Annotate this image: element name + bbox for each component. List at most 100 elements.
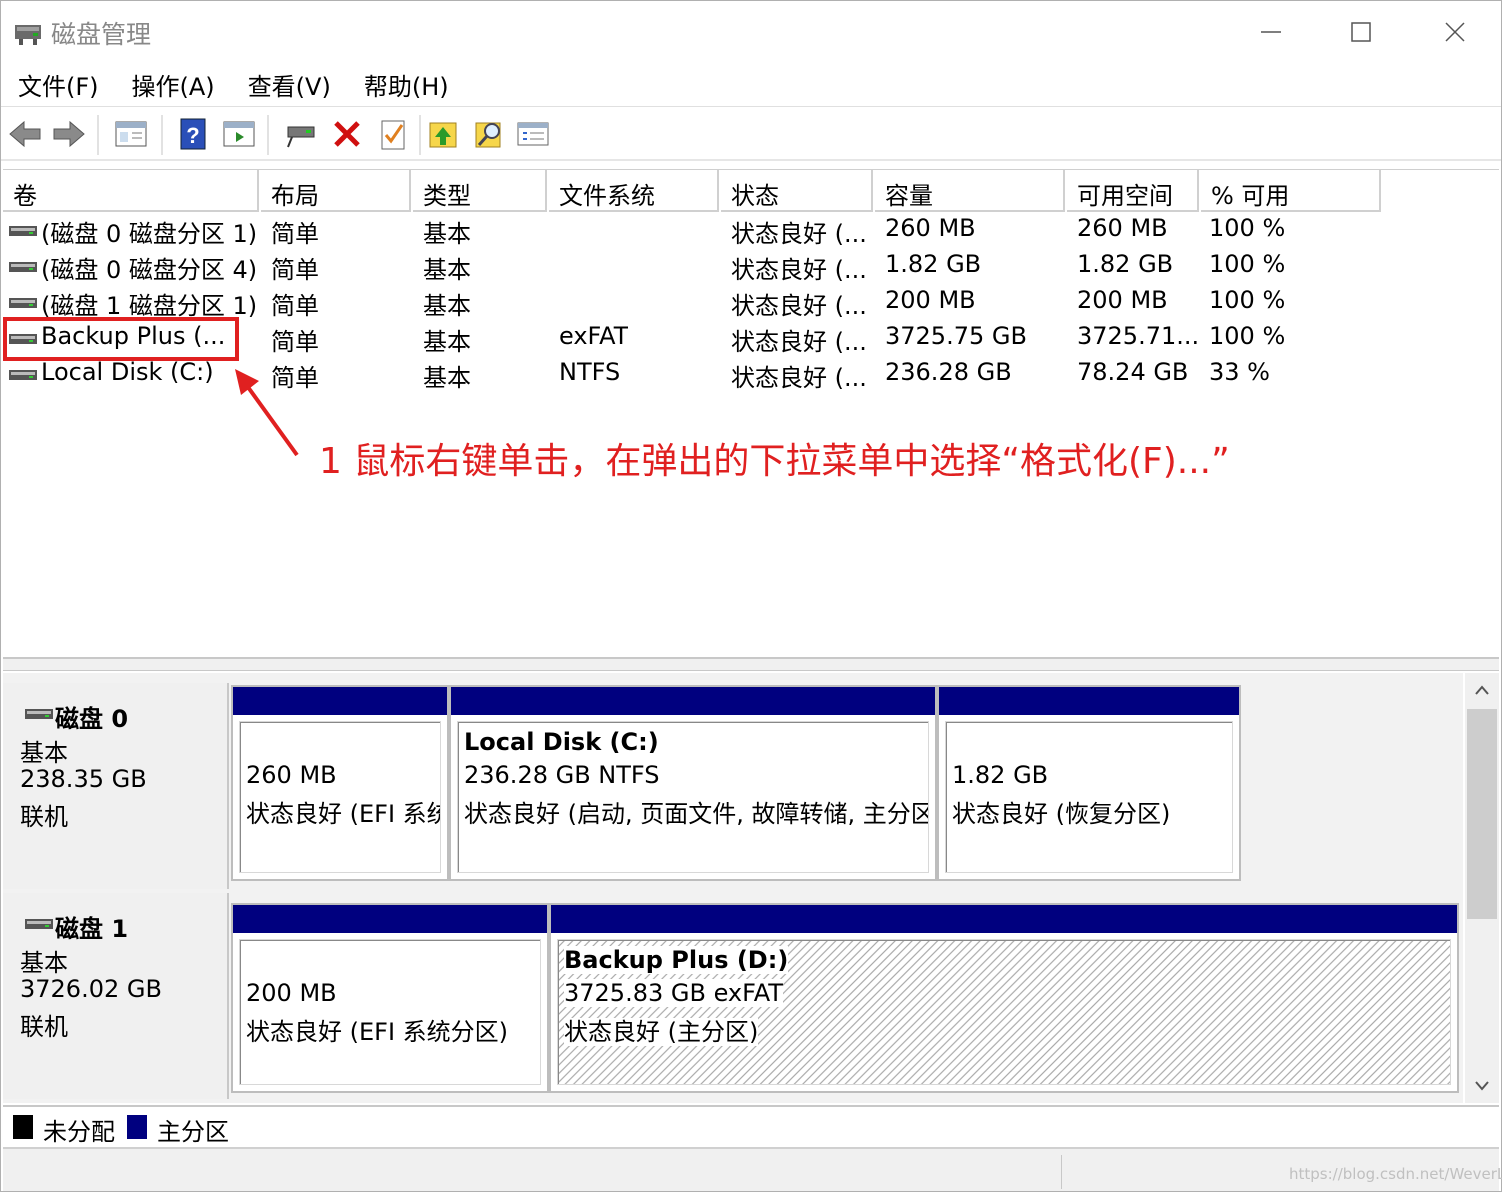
partition-disk0-c[interactable]: Local Disk (C:) 236.28 GB NTFS 状态良好 (启动,… [449,685,937,881]
console-tree-button[interactable] [113,117,149,151]
menu-bar: 文件(F) 操作(A) 查看(V) 帮助(H) [1,63,1501,107]
disk-state: 联机 [20,803,68,831]
scroll-up-button[interactable] [1465,673,1499,707]
maximize-icon [1351,22,1371,42]
minimize-button[interactable] [1241,11,1301,53]
search-button[interactable] [471,117,507,151]
disk-size: 238.35 GB [20,765,147,793]
volume-type: 基本 [423,256,471,284]
title-bar: 磁盘管理 [1,1,1501,63]
column-header-percent-free[interactable]: % 可用 [1201,170,1381,212]
drive-icon [9,370,37,380]
connect-button[interactable] [283,117,319,151]
annotation-text: 1 鼠标右键单击，在弹出的下拉菜单中选择“格式化(F)...” [319,441,1230,482]
volume-filesystem: exFAT [559,322,629,350]
watermark-text: https://blog.csdn.net/WeverLu [1289,1165,1502,1183]
disk-0-label[interactable]: 磁盘 0 基本 238.35 GB 联机 [3,683,229,889]
close-icon [1445,22,1465,42]
volume-percent-free: 100 % [1209,322,1286,350]
volume-percent-free: 100 % [1209,250,1286,278]
toolbar-separator [419,115,421,155]
svg-text:?: ? [186,123,199,148]
table-row[interactable]: Local Disk (C:) 简单 基本 NTFS 状态良好 (... 236… [3,356,1499,392]
column-header-free-space[interactable]: 可用空间 [1067,170,1199,212]
volume-layout: 简单 [271,256,319,284]
disk-management-window: 磁盘管理 文件(F) 操作(A) 查看(V) 帮助(H) ? 卷 布局 类型 文… [0,0,1502,1192]
partition-status: 状态良好 (恢复分区) [952,800,1171,828]
volume-capacity: 260 MB [885,214,976,242]
volume-layout: 简单 [271,292,319,320]
menu-file[interactable]: 文件(F) [7,67,110,102]
drive-icon [9,262,37,272]
minimize-icon [1261,31,1281,33]
show-pane-button[interactable] [221,117,257,151]
column-header-status[interactable]: 状态 [721,170,873,212]
volume-name: Local Disk (C:) [41,358,214,386]
menu-view[interactable]: 查看(V) [237,67,342,102]
back-button[interactable] [7,117,43,151]
disk-1-label[interactable]: 磁盘 1 基本 3726.02 GB 联机 [3,893,229,1099]
partition-info: 260 MB 状态良好 (EFI 系统分区) [239,721,441,873]
partition-disk0-recovery[interactable]: 1.82 GB 状态良好 (恢复分区) [937,685,1241,881]
toolbar: ? [1,107,1501,161]
volume-free-space: 260 MB [1077,214,1168,242]
scrollbar-thumb[interactable] [1467,709,1497,919]
volume-name: (磁盘 1 磁盘分区 1) [41,292,258,320]
forward-arrow-icon [53,120,85,148]
volume-capacity: 3725.75 GB [885,322,1027,350]
volume-layout: 简单 [271,220,319,248]
search-icon [475,122,501,148]
partition-type-bar [233,905,547,933]
scroll-down-button[interactable] [1465,1069,1499,1103]
table-row[interactable]: (磁盘 0 磁盘分区 4) 简单 基本 状态良好 (... 1.82 GB 1.… [3,248,1499,284]
partition-info: 200 MB 状态良好 (EFI 系统分区) [239,939,541,1085]
disk-management-icon [13,17,45,47]
table-row[interactable]: (磁盘 1 磁盘分区 1) 简单 基本 状态良好 (... 200 MB 200… [3,284,1499,320]
properties-icon [381,120,405,150]
volume-capacity: 1.82 GB [885,250,982,278]
partition-disk0-efi[interactable]: 260 MB 状态良好 (EFI 系统分区) [231,685,449,881]
volume-percent-free: 100 % [1209,214,1286,242]
partition-size: 236.28 GB NTFS [464,761,660,789]
volume-layout: 简单 [271,328,319,356]
export-button[interactable] [425,117,461,151]
disk-type: 基本 [20,739,68,767]
partition-disk1-efi[interactable]: 200 MB 状态良好 (EFI 系统分区) [231,903,549,1093]
partition-size: 1.82 GB [952,761,1049,789]
partition-title: Backup Plus (D:) [564,946,789,974]
partition-info: 1.82 GB 状态良好 (恢复分区) [945,721,1233,873]
help-button[interactable]: ? [175,117,211,151]
menu-action[interactable]: 操作(A) [121,67,226,102]
partition-info: Backup Plus (D:) 3725.83 GB exFAT 状态良好 (… [557,939,1451,1085]
volume-name: (磁盘 0 磁盘分区 1) [41,220,258,248]
volume-free-space: 200 MB [1077,286,1168,314]
menu-help[interactable]: 帮助(H) [353,67,460,102]
annotation-arrow-icon [235,369,299,457]
table-row[interactable]: (磁盘 0 磁盘分区 1) 简单 基本 状态良好 (... 260 MB 260… [3,212,1499,248]
disk-name: 磁盘 1 [55,915,129,943]
forward-button[interactable] [51,117,87,151]
close-button[interactable] [1425,11,1485,53]
volume-type: 基本 [423,292,471,320]
properties-button[interactable] [375,117,411,151]
column-header-filesystem[interactable]: 文件系统 [549,170,719,212]
vertical-scrollbar[interactable] [1465,673,1499,1103]
disk-name: 磁盘 0 [55,705,129,733]
partition-type-bar [551,905,1457,933]
partition-disk1-backup-plus[interactable]: Backup Plus (D:) 3725.83 GB exFAT 状态良好 (… [549,903,1459,1093]
details-button[interactable] [515,117,551,151]
column-header-type[interactable]: 类型 [413,170,547,212]
partition-status: 状态良好 (启动, 页面文件, 故障转储, 主分区) [464,800,929,828]
volume-status: 状态良好 (... [731,328,867,356]
maximize-button[interactable] [1331,11,1391,53]
volume-status: 状态良好 (... [731,292,867,320]
details-icon [517,122,549,146]
delete-button[interactable] [329,117,365,151]
help-icon: ? [180,118,206,150]
column-header-capacity[interactable]: 容量 [875,170,1065,212]
partition-status: 状态良好 (EFI 系统分区) [246,800,440,828]
column-header-layout[interactable]: 布局 [261,170,411,212]
column-header-volume[interactable]: 卷 [3,170,259,212]
drive-icon [9,298,37,308]
pane-splitter[interactable] [3,657,1499,671]
